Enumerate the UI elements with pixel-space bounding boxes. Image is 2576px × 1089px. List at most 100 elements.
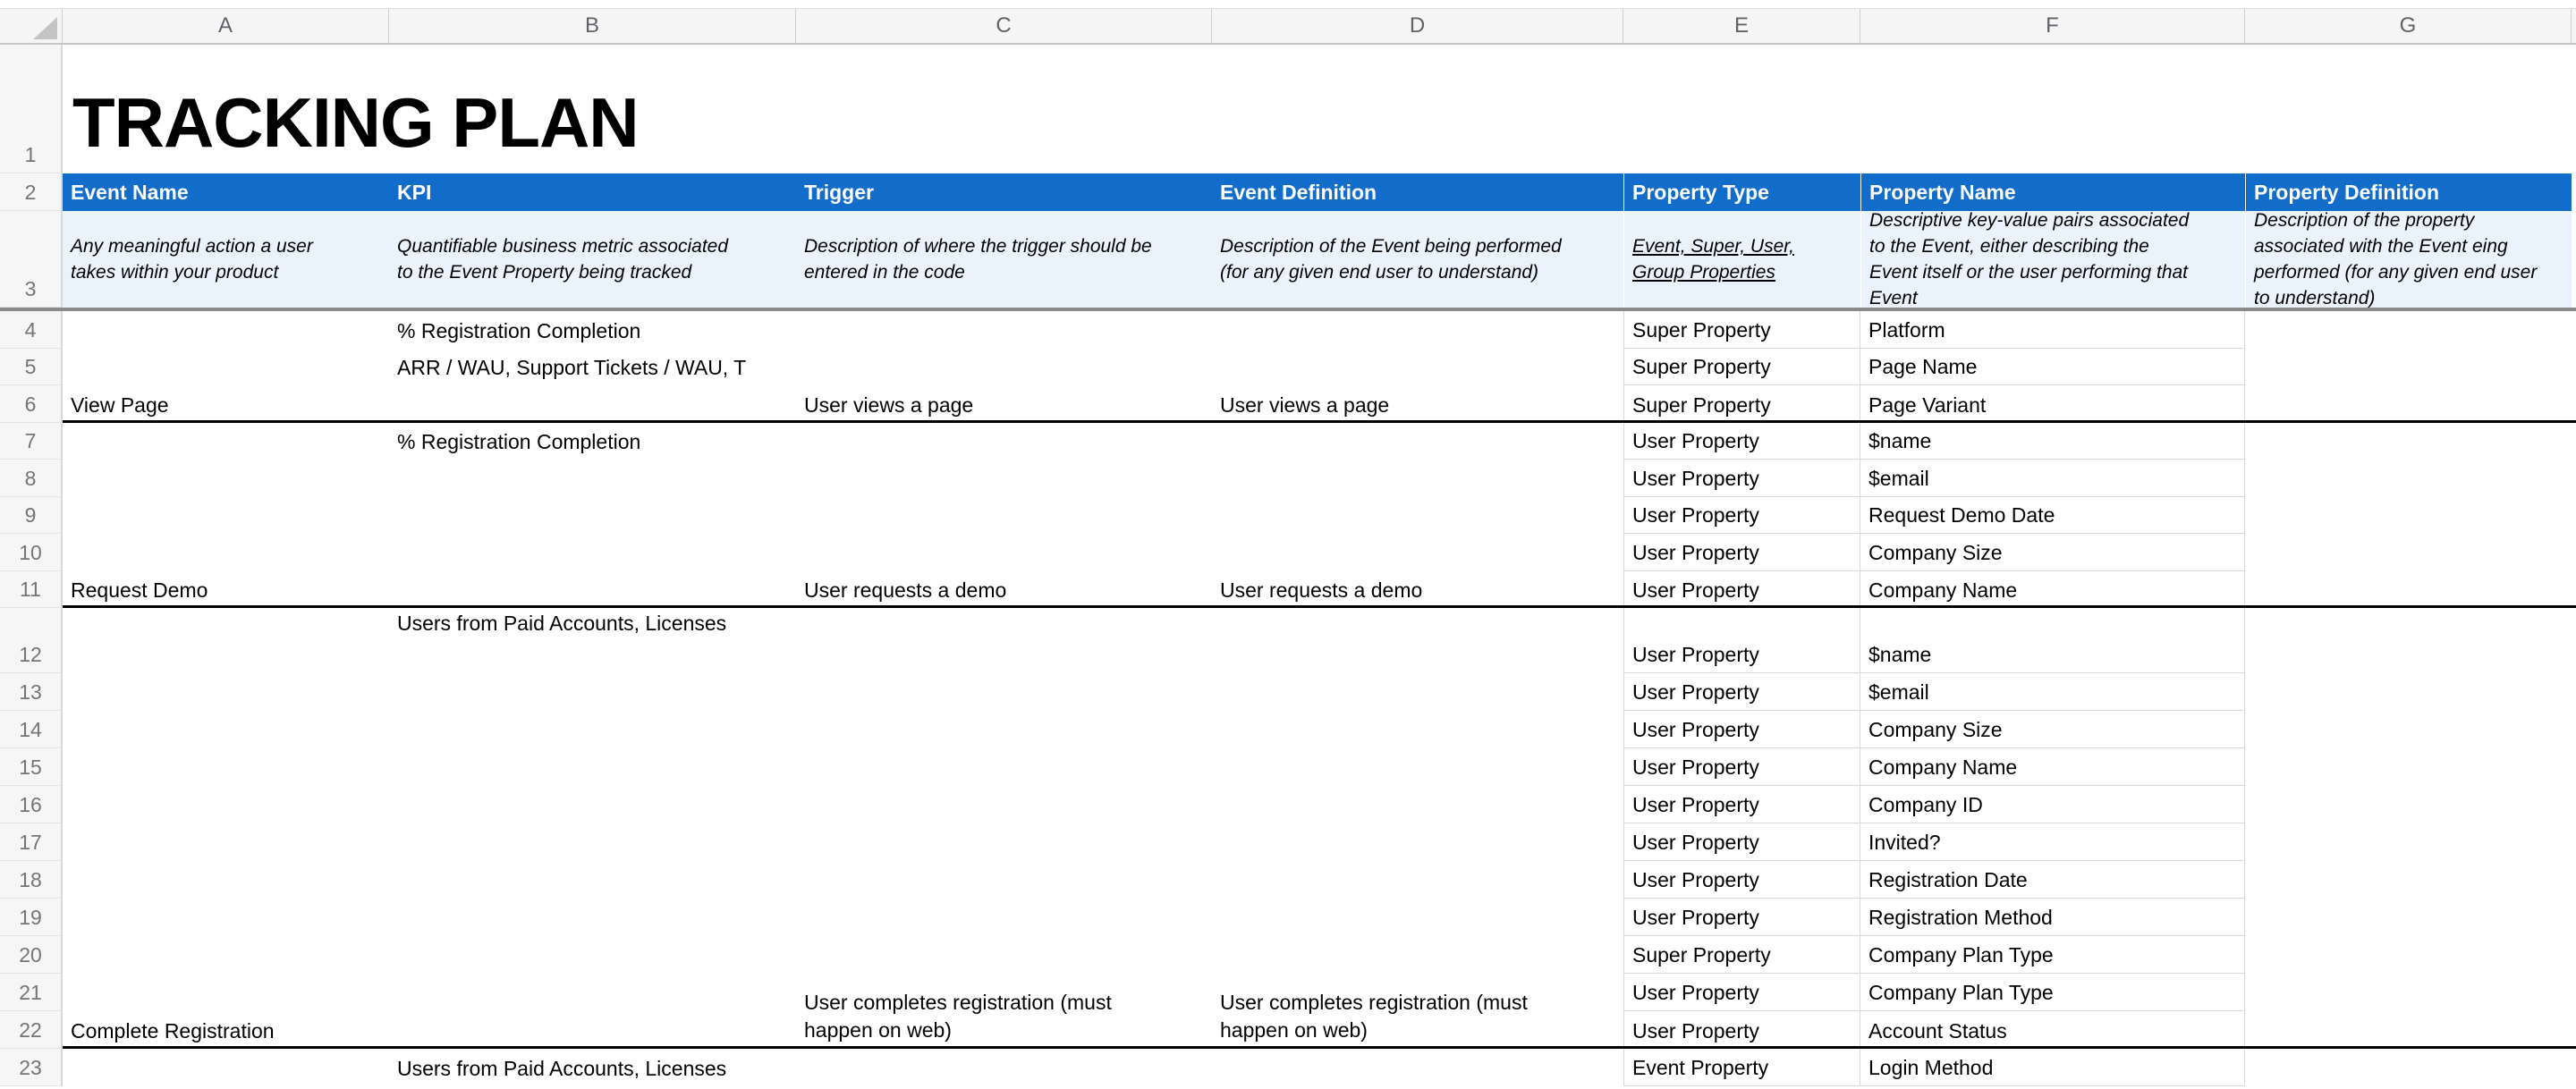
cell-E20[interactable]: Super Property bbox=[1623, 936, 1860, 974]
cell-A2[interactable]: Event Name bbox=[63, 173, 389, 211]
row-number-7[interactable]: 7 bbox=[0, 423, 63, 460]
cell-G3[interactable]: Description of the property associated w… bbox=[2245, 211, 2572, 308]
row-number-18[interactable]: 18 bbox=[0, 861, 63, 899]
cell-E8[interactable]: User Property bbox=[1623, 460, 1860, 497]
cell-A1[interactable]: TRACKING PLAN bbox=[63, 45, 1315, 173]
cell-B7[interactable]: % Registration Completion bbox=[389, 423, 796, 460]
cell-F18[interactable]: Registration Date bbox=[1860, 861, 2245, 899]
row-number-20[interactable]: 20 bbox=[0, 936, 63, 974]
cell-F12[interactable]: $name bbox=[1860, 608, 2245, 673]
cell-B2[interactable]: KPI bbox=[389, 173, 796, 211]
cell-E7[interactable]: User Property bbox=[1623, 423, 1860, 460]
row-number-1[interactable]: 1 bbox=[0, 45, 63, 173]
column-header-D[interactable]: D bbox=[1212, 9, 1623, 43]
cell-E19[interactable]: User Property bbox=[1623, 899, 1860, 936]
row-number-4[interactable]: 4 bbox=[0, 311, 63, 349]
cell-E16[interactable]: User Property bbox=[1623, 786, 1860, 823]
cell-A3[interactable]: Any meaningful action a user takes withi… bbox=[63, 211, 389, 308]
cell-E5[interactable]: Super Property bbox=[1623, 349, 1860, 386]
cell-G2[interactable]: Property Definition bbox=[2245, 173, 2572, 211]
cell-F10[interactable]: Company Size bbox=[1860, 534, 2245, 571]
row-number-10[interactable]: 10 bbox=[0, 534, 63, 571]
cell-F3[interactable]: Descriptive key-value pairs associated t… bbox=[1860, 211, 2245, 308]
row-number-14[interactable]: 14 bbox=[0, 711, 63, 748]
column-header-F[interactable]: F bbox=[1860, 9, 2245, 43]
cell-E22[interactable]: User Property bbox=[1623, 1011, 1860, 1049]
cell-B23[interactable]: Users from Paid Accounts, Licenses bbox=[389, 1049, 796, 1086]
cell-F23[interactable]: Login Method bbox=[1860, 1049, 2245, 1086]
column-header-E[interactable]: E bbox=[1623, 9, 1860, 43]
cell-E2[interactable]: Property Type bbox=[1623, 173, 1860, 211]
row-number-16[interactable]: 16 bbox=[0, 786, 63, 823]
cell-E9[interactable]: User Property bbox=[1623, 497, 1860, 535]
row-number-19[interactable]: 19 bbox=[0, 899, 63, 936]
column-header-G[interactable]: G bbox=[2245, 9, 2572, 43]
cell-C3[interactable]: Description of where the trigger should … bbox=[796, 211, 1212, 308]
cell-F21[interactable]: Company Plan Type bbox=[1860, 974, 2245, 1011]
cell-C11[interactable]: User requests a demo bbox=[796, 571, 1212, 609]
cell-B4[interactable]: % Registration Completion bbox=[389, 311, 796, 349]
cell-D3[interactable]: Description of the Event being performed… bbox=[1212, 211, 1623, 308]
cell-D2[interactable]: Event Definition bbox=[1212, 173, 1623, 211]
cell-D11[interactable]: User requests a demo bbox=[1212, 571, 1623, 609]
cell-E23[interactable]: Event Property bbox=[1623, 1049, 1860, 1086]
cell-E3[interactable]: Event, Super, User, Group Properties bbox=[1623, 211, 1860, 308]
cell-B5[interactable]: ARR / WAU, Support Tickets / WAU, T bbox=[389, 349, 796, 386]
cell-C2[interactable]: Trigger bbox=[796, 173, 1212, 211]
cell-F16[interactable]: Company ID bbox=[1860, 786, 2245, 823]
row-number-13[interactable]: 13 bbox=[0, 673, 63, 711]
cell-B12[interactable]: Users from Paid Accounts, Licenses bbox=[389, 608, 796, 673]
cell-A22[interactable]: Complete Registration bbox=[63, 1011, 389, 1049]
cell-E14[interactable]: User Property bbox=[1623, 711, 1860, 748]
row-number-23[interactable]: 23 bbox=[0, 1049, 63, 1086]
cell-F8[interactable]: $email bbox=[1860, 460, 2245, 497]
cell-F7[interactable]: $name bbox=[1860, 423, 2245, 460]
column-header-B[interactable]: B bbox=[389, 9, 796, 43]
cell-F22[interactable]: Account Status bbox=[1860, 1011, 2245, 1049]
column-header-A[interactable]: A bbox=[63, 9, 389, 43]
cell-F15[interactable]: Company Name bbox=[1860, 748, 2245, 786]
cell-F17[interactable]: Invited? bbox=[1860, 823, 2245, 861]
cell-E17[interactable]: User Property bbox=[1623, 823, 1860, 861]
cell-D6[interactable]: User views a page bbox=[1212, 385, 1623, 423]
cell-E10[interactable]: User Property bbox=[1623, 534, 1860, 571]
row-number-2[interactable]: 2 bbox=[0, 173, 63, 211]
row-number-9[interactable]: 9 bbox=[0, 497, 63, 535]
cell-F20[interactable]: Company Plan Type bbox=[1860, 936, 2245, 974]
cell-F9[interactable]: Request Demo Date bbox=[1860, 497, 2245, 535]
cell-F13[interactable]: $email bbox=[1860, 673, 2245, 711]
cell-E6[interactable]: Super Property bbox=[1623, 385, 1860, 423]
cell-F2[interactable]: Property Name bbox=[1860, 173, 2245, 211]
cell-B3[interactable]: Quantifiable business metric associated … bbox=[389, 211, 796, 308]
cell-E13[interactable]: User Property bbox=[1623, 673, 1860, 711]
cell-F19[interactable]: Registration Method bbox=[1860, 899, 2245, 936]
cell-C22[interactable]: User completes registration (must happen… bbox=[796, 1011, 1212, 1049]
column-header-C[interactable]: C bbox=[796, 9, 1212, 43]
row-number-6[interactable]: 6 bbox=[0, 385, 63, 423]
cell-E15[interactable]: User Property bbox=[1623, 748, 1860, 786]
cell-A6[interactable]: View Page bbox=[63, 385, 389, 423]
row-number-17[interactable]: 17 bbox=[0, 823, 63, 861]
cell-F6[interactable]: Page Variant bbox=[1860, 385, 2245, 423]
cell-F14[interactable]: Company Size bbox=[1860, 711, 2245, 748]
cell-F4[interactable]: Platform bbox=[1860, 311, 2245, 349]
row-number-8[interactable]: 8 bbox=[0, 460, 63, 497]
row-number-11[interactable]: 11 bbox=[0, 571, 63, 609]
cell-C6[interactable]: User views a page bbox=[796, 385, 1212, 423]
row-number-3[interactable]: 3 bbox=[0, 211, 63, 308]
cell-D22[interactable]: User completes registration (must happen… bbox=[1212, 1011, 1623, 1049]
select-all-corner[interactable] bbox=[0, 9, 63, 43]
cell-E21[interactable]: User Property bbox=[1623, 974, 1860, 1011]
row-number-15[interactable]: 15 bbox=[0, 748, 63, 786]
row-number-22[interactable]: 22 bbox=[0, 1011, 63, 1049]
row-number-5[interactable]: 5 bbox=[0, 349, 63, 386]
row-number-12[interactable]: 12 bbox=[0, 608, 63, 673]
cell-E12[interactable]: User Property bbox=[1623, 608, 1860, 673]
cell-A11[interactable]: Request Demo bbox=[63, 571, 389, 609]
cell-E18[interactable]: User Property bbox=[1623, 861, 1860, 899]
row-number-21[interactable]: 21 bbox=[0, 974, 63, 1011]
cell-F5[interactable]: Page Name bbox=[1860, 349, 2245, 386]
cell-E11[interactable]: User Property bbox=[1623, 571, 1860, 609]
cell-E4[interactable]: Super Property bbox=[1623, 311, 1860, 349]
cell-F11[interactable]: Company Name bbox=[1860, 571, 2245, 609]
